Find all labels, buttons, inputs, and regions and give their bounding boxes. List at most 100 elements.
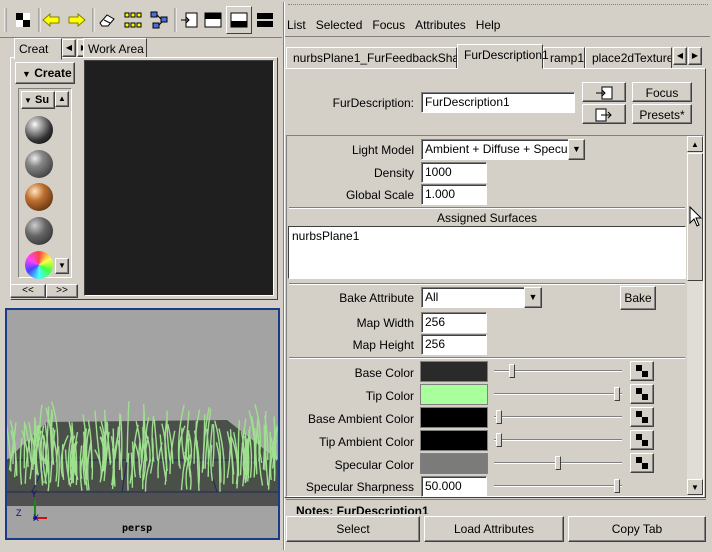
layout-top-icon[interactable] bbox=[200, 6, 226, 34]
menu-help[interactable]: Help bbox=[476, 18, 501, 32]
slider-thumb[interactable] bbox=[613, 479, 620, 493]
slider-thumb[interactable] bbox=[496, 433, 503, 447]
specular-color-map-button[interactable] bbox=[630, 453, 654, 473]
tip-ambient-color-slider[interactable] bbox=[494, 433, 622, 447]
tip-color-slider[interactable] bbox=[494, 387, 622, 401]
tip-color-label: Tip Color bbox=[365, 389, 414, 403]
select-button[interactable]: Select bbox=[286, 516, 420, 542]
create-dropdown-label: Create bbox=[34, 66, 72, 80]
base-ambient-color-map-button[interactable] bbox=[630, 407, 654, 427]
input-connections-button[interactable] bbox=[582, 82, 626, 102]
scroll-up-icon[interactable]: ▲ bbox=[687, 136, 703, 152]
fur-description-name-field[interactable]: FurDescription1 bbox=[421, 92, 575, 113]
tab-label: ramp1 bbox=[550, 51, 585, 65]
specular-sharpness-field[interactable]: 50.000 bbox=[421, 476, 487, 497]
fur-scene bbox=[7, 401, 278, 520]
fur-description-label: FurDescription: bbox=[332, 96, 414, 110]
slider-thumb[interactable] bbox=[508, 364, 515, 378]
material-ball-phong[interactable] bbox=[25, 183, 53, 211]
tab-fur-description[interactable]: FurDescription1 bbox=[457, 44, 549, 69]
checker-icon[interactable] bbox=[10, 6, 36, 34]
menu-list[interactable]: List bbox=[287, 18, 306, 32]
mouse-cursor-icon bbox=[689, 206, 703, 227]
tabs-scroll-left-icon[interactable]: ◀ bbox=[673, 47, 687, 65]
tab-label: FurDescription1 bbox=[464, 48, 549, 62]
base-ambient-color-label: Base Ambient Color bbox=[307, 412, 414, 426]
list-scroll-up-icon[interactable]: ▲ bbox=[55, 91, 69, 107]
map-height-field[interactable]: 256 bbox=[421, 334, 487, 355]
material-ball-ramp[interactable] bbox=[25, 251, 53, 279]
toolbar-grip[interactable] bbox=[2, 6, 10, 34]
arrow-right-icon[interactable] bbox=[64, 6, 90, 34]
tip-ambient-color-map-button[interactable] bbox=[630, 430, 654, 450]
specular-sharpness-slider[interactable] bbox=[494, 479, 622, 493]
menu-grip bbox=[288, 4, 708, 10]
bake-attribute-dropdown[interactable]: All bbox=[421, 287, 525, 308]
menu-selected[interactable]: Selected bbox=[316, 18, 363, 32]
slider-thumb[interactable] bbox=[613, 387, 620, 401]
tab-create[interactable]: Creat bbox=[14, 38, 62, 60]
axis-y-label: Y bbox=[31, 489, 38, 499]
specular-color-swatch[interactable] bbox=[420, 453, 488, 474]
arrow-left-icon[interactable] bbox=[38, 6, 64, 34]
list-item[interactable]: nurbsPlane1 bbox=[292, 229, 682, 243]
light-model-dropdown-arrow-icon[interactable]: ▼ bbox=[568, 139, 585, 160]
network-nodes-icon[interactable] bbox=[146, 6, 172, 34]
menu-attributes[interactable]: Attributes bbox=[415, 18, 466, 32]
notes-divider[interactable] bbox=[286, 499, 706, 500]
base-color-map-button[interactable] bbox=[630, 361, 654, 381]
tab-fur-feedback-shape[interactable]: nurbsPlane1_FurFeedbackShape bbox=[286, 47, 472, 69]
grid-nodes-icon[interactable] bbox=[120, 6, 146, 34]
menu-bar: List Selected Focus Attributes Help bbox=[287, 18, 510, 32]
layout-split-icon[interactable] bbox=[252, 6, 278, 34]
copy-tab-button[interactable]: Copy Tab bbox=[568, 516, 706, 542]
menu-focus[interactable]: Focus bbox=[372, 18, 405, 32]
attribute-scrollbar[interactable]: ▲ ▼ bbox=[687, 136, 703, 496]
tabs-scroll-right-icon[interactable]: ▶ bbox=[688, 47, 702, 65]
list-scroll-down-icon[interactable]: ▼ bbox=[55, 258, 69, 274]
axis-z-label: Z bbox=[16, 508, 22, 518]
menu-divider bbox=[285, 36, 710, 37]
assigned-surfaces-list[interactable]: nurbsPlane1 bbox=[288, 226, 686, 279]
slider-thumb[interactable] bbox=[555, 456, 561, 470]
layout-bottom-icon[interactable] bbox=[226, 6, 252, 34]
bake-button[interactable]: Bake bbox=[620, 286, 656, 310]
slider-thumb[interactable] bbox=[496, 410, 503, 424]
subtab-dropdown[interactable]: ▼ Su bbox=[21, 91, 55, 109]
nav-left-button[interactable]: << bbox=[10, 284, 46, 298]
tab-ramp1[interactable]: ramp1 bbox=[543, 47, 585, 69]
eraser-icon[interactable] bbox=[94, 6, 120, 34]
material-ball-phonge[interactable] bbox=[25, 217, 53, 245]
base-color-label: Base Color bbox=[354, 366, 414, 380]
global-scale-field[interactable]: 1.000 bbox=[421, 184, 487, 205]
base-color-slider[interactable] bbox=[494, 364, 622, 378]
specular-sharpness-label: Specular Sharpness bbox=[305, 480, 414, 494]
tab-label: place2dTexture2 bbox=[592, 51, 672, 65]
focus-button[interactable]: Focus bbox=[632, 82, 692, 102]
map-width-field[interactable]: 256 bbox=[421, 312, 487, 333]
specular-color-slider[interactable] bbox=[494, 456, 622, 470]
tip-color-swatch[interactable] bbox=[420, 384, 488, 405]
base-color-swatch[interactable] bbox=[420, 361, 488, 382]
tip-color-map-button[interactable] bbox=[630, 384, 654, 404]
scroll-down-icon[interactable]: ▼ bbox=[687, 479, 703, 495]
base-ambient-color-slider[interactable] bbox=[494, 410, 622, 424]
material-ball-lambert[interactable] bbox=[25, 150, 53, 178]
subtab-label: Su bbox=[34, 94, 50, 106]
density-field[interactable]: 1000 bbox=[421, 162, 487, 183]
output-connections-button[interactable] bbox=[582, 104, 626, 124]
input-connection-icon[interactable] bbox=[176, 6, 202, 34]
persp-viewport[interactable]: Y Z X persp bbox=[5, 308, 280, 540]
create-dropdown[interactable]: ▼ Create bbox=[15, 62, 75, 84]
load-attributes-button[interactable]: Load Attributes bbox=[424, 516, 564, 542]
presets-button[interactable]: Presets* bbox=[632, 104, 692, 124]
tab-place2d-texture[interactable]: place2dTexture2 bbox=[585, 47, 672, 69]
material-ball-blinn[interactable] bbox=[25, 116, 53, 144]
tab-scroll-left-icon[interactable]: ◀ bbox=[62, 39, 76, 57]
work-area-canvas[interactable] bbox=[84, 60, 274, 296]
nav-right-button[interactable]: >> bbox=[46, 284, 78, 298]
base-ambient-color-swatch[interactable] bbox=[420, 407, 488, 428]
bake-attribute-dropdown-arrow-icon[interactable]: ▼ bbox=[524, 287, 542, 308]
tip-ambient-color-swatch[interactable] bbox=[420, 430, 488, 451]
light-model-dropdown[interactable]: Ambient + Diffuse + Specular bbox=[421, 139, 569, 160]
